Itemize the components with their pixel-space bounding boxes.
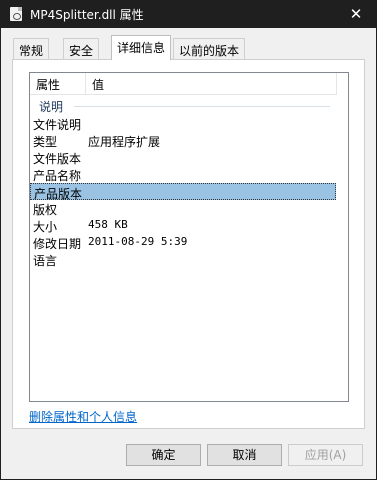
group-header-description: 说明 <box>39 100 64 114</box>
listview-header: 属性 值 <box>30 73 348 95</box>
details-listview[interactable]: 属性 值 说明 文件说明 类型 应用程序扩展 文件版本 产品名称 产品版本 版权… <box>29 72 349 402</box>
table-row[interactable]: 类型 应用程序扩展 <box>30 132 336 149</box>
tab-general[interactable]: 常规 <box>13 38 50 59</box>
group-divider <box>74 106 330 107</box>
vertical-scrollbar[interactable] <box>336 73 348 401</box>
cancel-button[interactable]: 取消 <box>207 444 282 466</box>
column-header-property[interactable]: 属性 <box>36 76 60 93</box>
property-name: 修改日期 <box>33 237 82 251</box>
property-name: 文件说明 <box>33 118 82 132</box>
property-value: 应用程序扩展 <box>88 135 161 149</box>
table-row[interactable]: 文件说明 <box>30 115 336 132</box>
property-name: 类型 <box>33 135 58 149</box>
table-row[interactable]: 版权 <box>30 200 336 217</box>
table-row[interactable]: 修改日期 2011-08-29 5:39 <box>30 234 336 251</box>
close-button[interactable]: ✕ <box>345 4 367 24</box>
dll-file-icon <box>10 7 22 21</box>
property-value: 458 KB <box>88 218 128 231</box>
property-name: 大小 <box>33 220 58 234</box>
apply-button[interactable]: 应用(A) <box>288 444 363 466</box>
tab-previous-versions[interactable]: 以前的版本 <box>173 38 246 59</box>
property-name: 产品名称 <box>33 169 82 183</box>
tab-details[interactable]: 详细信息 <box>111 35 172 60</box>
property-value: 2011-08-29 5:39 <box>88 235 188 248</box>
property-name: 版权 <box>33 203 58 217</box>
column-header-value[interactable]: 值 <box>92 76 104 93</box>
property-name: 文件版本 <box>33 152 82 166</box>
table-row-selected[interactable]: 产品版本 <box>30 183 336 201</box>
title-bar: MP4Splitter.dll 属性 ✕ <box>0 0 377 28</box>
table-row[interactable]: 大小 458 KB <box>30 217 336 234</box>
window-title: MP4Splitter.dll 属性 <box>30 8 144 22</box>
table-row[interactable]: 语言 <box>30 251 336 268</box>
table-row[interactable]: 文件版本 <box>30 149 336 166</box>
column-separator[interactable] <box>85 73 86 95</box>
scrollbar-divider <box>336 73 337 95</box>
details-tab-panel: 属性 值 说明 文件说明 类型 应用程序扩展 文件版本 产品名称 产品版本 版权… <box>12 59 365 429</box>
properties-dialog: 常规 安全 详细信息 以前的版本 属性 值 说明 文件说明 类型 应用程序扩展 … <box>1 28 376 479</box>
remove-properties-link[interactable]: 删除属性和个人信息 <box>29 408 137 425</box>
property-name: 语言 <box>33 254 58 268</box>
table-row[interactable]: 产品名称 <box>30 166 336 183</box>
tab-security[interactable]: 安全 <box>63 38 100 59</box>
ok-button[interactable]: 确定 <box>126 444 201 466</box>
